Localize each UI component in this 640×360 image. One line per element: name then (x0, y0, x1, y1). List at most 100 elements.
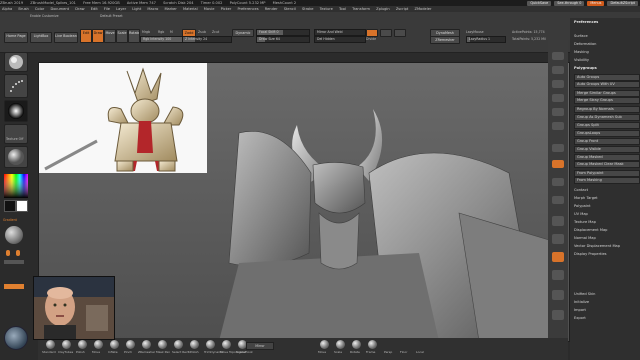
menu-preferences[interactable]: Preferences (237, 7, 258, 11)
palette-item-displacement-map[interactable]: Displacement Map (574, 228, 636, 233)
rotate-button[interactable]: Rotate (128, 29, 140, 43)
palette-item-surface[interactable]: Surface (574, 34, 636, 39)
zcut-toggle[interactable]: Zcut (212, 30, 219, 34)
zremesher-button[interactable]: ZRemesher (430, 36, 460, 44)
bottom-frame-icon[interactable] (368, 340, 377, 349)
texture-thumbnail[interactable]: Texture Off (4, 124, 28, 144)
menu-zscript[interactable]: Zscript (396, 7, 408, 11)
palette-item-export[interactable]: Export (574, 316, 636, 321)
menu-picker[interactable]: Picker (221, 7, 232, 11)
group-masked-clear-mask-button[interactable]: Group Masked Clear Mask (574, 161, 640, 168)
menu-brush[interactable]: Brush (18, 7, 28, 11)
regroup-by-normals-button[interactable]: Regroup By Normals (574, 106, 640, 113)
frame-icon[interactable] (552, 216, 564, 226)
trimdynamic-brush-icon[interactable] (206, 340, 215, 349)
brush-thumbnail[interactable] (4, 52, 28, 72)
lazyradius-slider[interactable]: LazyRadius 1 (466, 36, 506, 43)
pin-icon-2[interactable] (16, 250, 20, 256)
group-visible-button[interactable]: Group Visible (574, 146, 640, 153)
focal-shift-slider[interactable]: Focal Shift 0 (256, 29, 310, 36)
menu-tool[interactable]: Tool (339, 7, 346, 11)
move-brush-icon[interactable] (94, 340, 103, 349)
menu-stencil[interactable]: Stencil (284, 7, 296, 11)
persp-icon[interactable] (552, 144, 564, 152)
mirror-button[interactable]: Mirror (246, 342, 274, 350)
menu-movie[interactable]: Movie (204, 7, 215, 11)
menu-render[interactable]: Render (265, 7, 278, 11)
material-thumbnail[interactable] (4, 146, 28, 168)
edit-button[interactable]: Edit (80, 29, 92, 43)
draw-size-slider[interactable]: Draw Size 64 (256, 36, 310, 43)
palette-item-texture-map[interactable]: Texture Map (574, 220, 636, 225)
auto-groups-uv-button[interactable]: Auto Groups With UV (574, 81, 640, 88)
standard-brush-icon[interactable] (46, 340, 55, 349)
secondary-color-swatch[interactable] (16, 200, 28, 212)
polyf-icon[interactable] (552, 290, 564, 300)
default-zscript-button[interactable]: DefaultZScript (607, 0, 638, 6)
bottom-persp-label[interactable]: Persp (384, 350, 392, 354)
m-toggle[interactable]: M (170, 30, 173, 34)
scroll-icon[interactable] (552, 80, 564, 88)
group-as-dynamesh-sub-button[interactable]: Group As Dynamesh Sub (574, 114, 640, 121)
enable-customize-toggle[interactable]: Enable Customize (30, 14, 59, 18)
selectrect-brush-icon[interactable] (174, 340, 183, 349)
inflate-brush-icon[interactable] (110, 340, 119, 349)
bottom-scale-icon[interactable] (336, 340, 345, 349)
menu-zplugin[interactable]: Zplugin (376, 7, 390, 11)
tray-slider[interactable] (4, 260, 24, 264)
groupsloops-button[interactable]: GroupsLoops (574, 130, 640, 137)
gradient-label[interactable]: Gradient (3, 218, 17, 222)
xyz-icon[interactable] (552, 196, 564, 204)
shelf-toggle-3[interactable] (394, 29, 406, 37)
polish-brush-icon[interactable] (78, 340, 87, 349)
rgb-toggle[interactable]: Rgb (158, 30, 164, 34)
seethrough-slider[interactable]: See-through 0 (554, 0, 585, 6)
from-polypaint-button[interactable]: From Polypaint (574, 170, 640, 177)
maskpen-brush-icon[interactable] (158, 340, 167, 349)
bottom-floor-label[interactable]: Floor (400, 350, 407, 354)
menu-file[interactable]: File (104, 7, 110, 11)
pin-icon-1[interactable] (6, 250, 10, 256)
palette-item-morph-target[interactable]: Morph Target (574, 196, 636, 201)
mrgb-toggle[interactable]: Mrgb (142, 30, 150, 34)
shelf-orange-toggle-1[interactable] (366, 29, 378, 37)
palette-item-polygroups[interactable]: Polygroups (574, 66, 636, 71)
move-topological-brush-icon[interactable] (222, 340, 231, 349)
material-preview-sphere[interactable] (5, 226, 23, 244)
menu-texture[interactable]: Texture (320, 7, 333, 11)
menu-draw[interactable]: Draw (75, 7, 84, 11)
move-button[interactable]: Move (104, 29, 116, 43)
group-masked-button[interactable]: Group Masked (574, 154, 640, 161)
local-icon[interactable] (552, 178, 564, 186)
default-preset-label[interactable]: Default Preset (100, 14, 123, 18)
menu-layer[interactable]: Layer (116, 7, 126, 11)
mirror-weld-button[interactable]: Mirror And Weld (314, 29, 366, 36)
from-masking-button[interactable]: From Masking (574, 177, 640, 184)
zoom-icon[interactable] (552, 94, 564, 102)
claytubes-brush-icon[interactable] (62, 340, 71, 349)
menu-material[interactable]: Material (183, 7, 198, 11)
group-front-button[interactable]: Group Front (574, 138, 640, 145)
auto-groups-button[interactable]: Auto Groups (574, 74, 640, 81)
transp-icon[interactable] (552, 310, 564, 320)
bottom-rotate-icon[interactable] (352, 340, 361, 349)
menus-button[interactable]: Menus (587, 0, 605, 6)
pinch-brush-icon[interactable] (126, 340, 135, 349)
scale-view-icon[interactable] (552, 252, 564, 262)
aahalf-icon[interactable] (552, 122, 564, 130)
menu-alpha[interactable]: Alpha (2, 7, 12, 11)
menu-marker[interactable]: Marker (164, 7, 176, 11)
del-hidden-button[interactable]: Del Hidden (314, 36, 366, 43)
merge-similar-groups-button[interactable]: Merge Similar Groups (574, 90, 640, 97)
zsub-toggle[interactable]: Zsub (198, 30, 206, 34)
merge-stray-groups-button[interactable]: Merge Stray Groups (574, 97, 640, 104)
menu-document[interactable]: Document (50, 7, 69, 11)
stroke-thumbnail[interactable] (4, 74, 28, 98)
alpha-thumbnail[interactable] (4, 100, 28, 122)
palette-item-masking[interactable]: Masking (574, 50, 636, 55)
groups-split-button[interactable]: Groups Split (574, 122, 640, 129)
color-picker[interactable] (4, 174, 28, 198)
palette-item-polypaint[interactable]: Polypaint (574, 204, 636, 209)
palette-item-deformation[interactable]: Deformation (574, 42, 636, 47)
palette-item-normal-map[interactable]: Normal Map (574, 236, 636, 241)
